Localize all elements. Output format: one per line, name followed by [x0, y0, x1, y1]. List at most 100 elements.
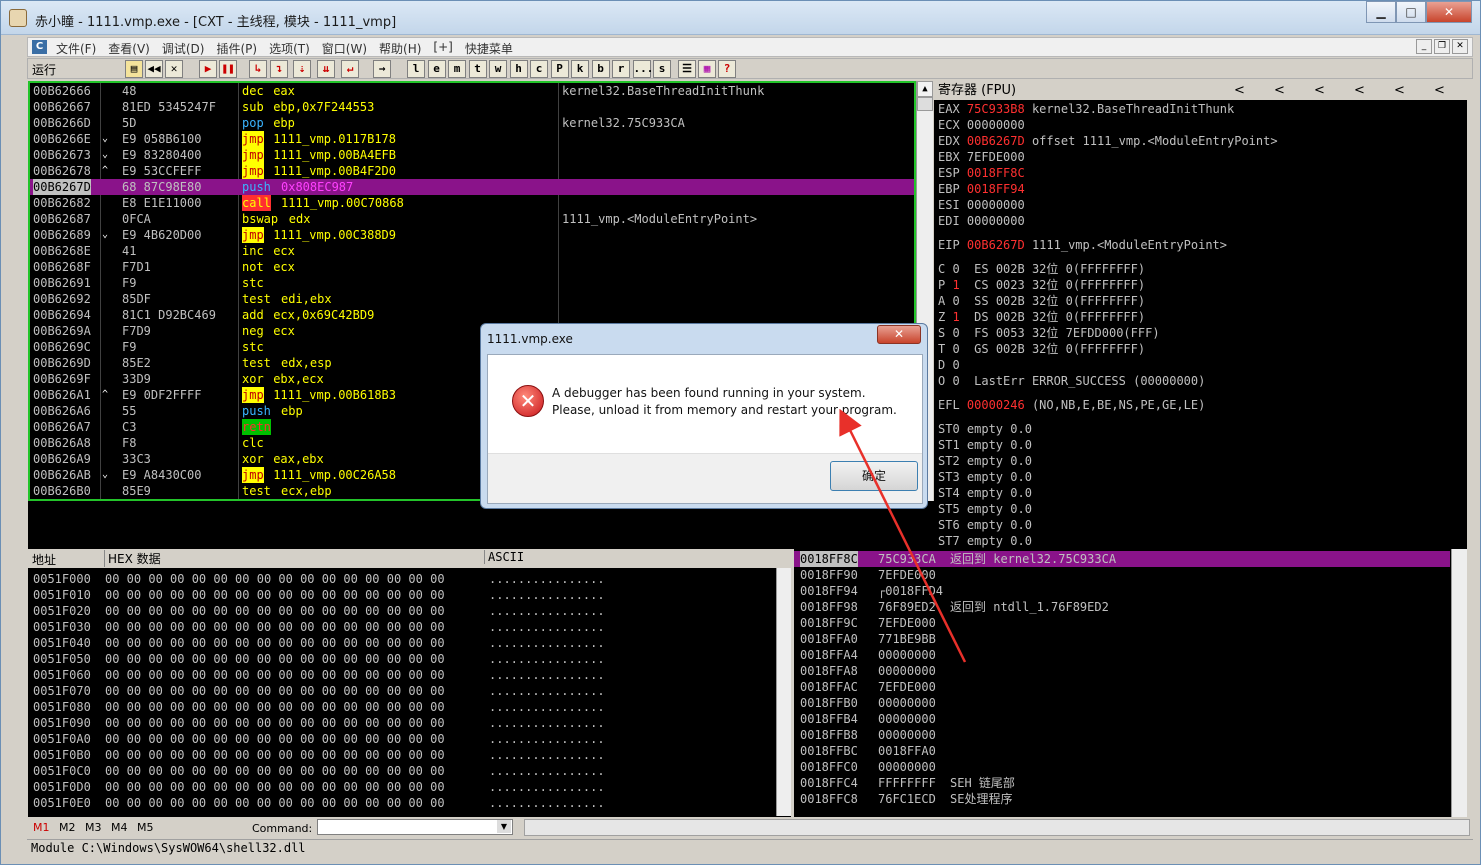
- open-icon[interactable]: ▤: [125, 60, 143, 78]
- chevron-left-icon[interactable]: <: [1434, 81, 1445, 100]
- flag-value[interactable]: 0: [952, 342, 959, 356]
- efl-line[interactable]: EFL 00000246 (NO,NB,E,BE,NS,PE,GE,LE): [938, 397, 1205, 413]
- memory-tab-m5[interactable]: M5: [137, 821, 154, 834]
- register-line[interactable]: ESI 00000000: [938, 197, 1025, 213]
- dump-row[interactable]: 0051F080 00 00 00 00 00 00 00 00 00 00 00…: [33, 699, 605, 715]
- stack-row[interactable]: 0018FFA4 00000000: [794, 647, 1450, 663]
- register-value[interactable]: 7EFDE000: [967, 150, 1025, 164]
- fpu-register-line[interactable]: ST0 empty 0.0: [938, 421, 1032, 437]
- dump-row[interactable]: 0051F060 00 00 00 00 00 00 00 00 00 00 00…: [33, 667, 605, 683]
- menu-item[interactable]: 帮助(H): [379, 40, 421, 57]
- menu-item[interactable]: 文件(F): [56, 40, 96, 57]
- dump-row[interactable]: 0051F0D0 00 00 00 00 00 00 00 00 00 00 00…: [33, 779, 605, 795]
- flag-line[interactable]: T 0 GS 002B 32位 0(FFFFFFFF): [938, 341, 1145, 357]
- list-icon[interactable]: ☰: [678, 60, 696, 78]
- register-value[interactable]: 0018FF8C: [967, 166, 1025, 180]
- close-button[interactable]: ✕: [1426, 1, 1472, 23]
- flag-line[interactable]: Z 1 DS 002B 32位 0(FFFFFFFF): [938, 309, 1145, 325]
- flag-value[interactable]: 0: [952, 358, 959, 372]
- stack-row[interactable]: 0018FFBC 0018FFA0: [794, 743, 1450, 759]
- register-line[interactable]: EBP 0018FF94: [938, 181, 1025, 197]
- step-into-icon[interactable]: ↳: [249, 60, 267, 78]
- dump-row[interactable]: 0051F010 00 00 00 00 00 00 00 00 00 00 00…: [33, 587, 605, 603]
- disasm-row[interactable]: 00B6268E 41 inc ecx: [30, 243, 914, 259]
- dump-row[interactable]: 0051F020 00 00 00 00 00 00 00 00 00 00 00…: [33, 603, 605, 619]
- chevron-left-icon[interactable]: <: [1274, 81, 1285, 100]
- fpu-register-line[interactable]: ST3 empty 0.0: [938, 469, 1032, 485]
- flag-line[interactable]: S 0 FS 0053 32位 7EFDD000(FFF): [938, 325, 1160, 341]
- stack-row[interactable]: 0018FF94 ┌0018FFD4: [794, 583, 1450, 599]
- chevron-down-icon[interactable]: ▼: [497, 820, 511, 833]
- chevron-left-icon[interactable]: <: [1354, 81, 1365, 100]
- dump-row[interactable]: 0051F0B0 00 00 00 00 00 00 00 00 00 00 00…: [33, 747, 605, 763]
- run-icon[interactable]: ▶: [199, 60, 217, 78]
- fpu-register-line[interactable]: ST4 empty 0.0: [938, 485, 1032, 501]
- disasm-row[interactable]: 00B62678 ^ E9 53CCFEFF jmp 1111_vmp.00B4F2D0: [30, 163, 914, 179]
- stack-row[interactable]: 0018FFA8 00000000: [794, 663, 1450, 679]
- dump-row[interactable]: 0051F0C0 00 00 00 00 00 00 00 00 00 00 00…: [33, 763, 605, 779]
- stack-row[interactable]: 0018FF9C 7EFDE000: [794, 615, 1450, 631]
- stack-row[interactable]: 0018FFC8 76FC1ECD SE处理程序: [794, 791, 1450, 807]
- chevron-left-icon[interactable]: <: [1234, 81, 1245, 100]
- flag-value[interactable]: 0: [952, 374, 959, 388]
- stack-row[interactable]: 0018FFB8 00000000: [794, 727, 1450, 743]
- flag-value[interactable]: 0: [952, 294, 959, 308]
- register-line[interactable]: EBX 7EFDE000: [938, 149, 1025, 165]
- rewind-icon[interactable]: ◀◀: [145, 60, 163, 78]
- dump-row[interactable]: 0051F050 00 00 00 00 00 00 00 00 00 00 00…: [33, 651, 605, 667]
- stack-row[interactable]: 0018FFB0 00000000: [794, 695, 1450, 711]
- flag-line[interactable]: D 0: [938, 357, 960, 373]
- grid-icon[interactable]: ▦: [698, 60, 716, 78]
- fpu-register-line[interactable]: ST6 empty 0.0: [938, 517, 1032, 533]
- window-button-b[interactable]: b: [591, 60, 610, 78]
- mdi-restore-button[interactable]: ❐: [1434, 39, 1450, 54]
- disasm-row[interactable]: 00B62691 F9 stc: [30, 275, 914, 291]
- menu-item[interactable]: 快捷菜单: [465, 40, 513, 57]
- cpu-logo-icon[interactable]: C: [32, 40, 47, 54]
- window-button-l[interactable]: l: [407, 60, 425, 78]
- fpu-register-line[interactable]: ST5 empty 0.0: [938, 501, 1032, 517]
- stack-row[interactable]: 0018FF8C 75C933CA 返回到 kernel32.75C933CA: [794, 551, 1450, 567]
- memory-tab-m4[interactable]: M4: [111, 821, 128, 834]
- register-value[interactable]: 00B6267D: [967, 134, 1025, 148]
- memory-dump-pane[interactable]: 地址 HEX 数据 ASCII 0051F000 00 00 00 00 00 0…: [28, 549, 791, 817]
- menu-item[interactable]: [+]: [433, 40, 452, 57]
- trace-into-icon[interactable]: ⇣: [293, 60, 311, 78]
- window-button-k[interactable]: k: [571, 60, 589, 78]
- register-value[interactable]: 00000000: [967, 118, 1025, 132]
- fpu-register-line[interactable]: ST1 empty 0.0: [938, 437, 1032, 453]
- dump-scrollbar[interactable]: [776, 568, 791, 816]
- disasm-row[interactable]: 00B6266E ⌄ E9 058B6100 jmp 1111_vmp.0117B178: [30, 131, 914, 147]
- memory-tab-m2[interactable]: M2: [59, 821, 76, 834]
- disasm-row[interactable]: 00B6267D 68 87C98E80 push 0x808EC987: [30, 179, 914, 195]
- minimize-button[interactable]: ▁: [1366, 1, 1396, 23]
- dump-row[interactable]: 0051F000 00 00 00 00 00 00 00 00 00 00 00…: [33, 571, 605, 587]
- fpu-register-line[interactable]: ST7 empty 0.0: [938, 533, 1032, 549]
- mdi-close-button[interactable]: ✕: [1452, 39, 1468, 54]
- register-line[interactable]: ECX 00000000: [938, 117, 1025, 133]
- dump-col-ascii[interactable]: ASCII: [484, 550, 524, 564]
- execute-till-return-icon[interactable]: ↵: [341, 60, 359, 78]
- disasm-row[interactable]: 00B62689 ⌄ E9 4B620D00 jmp 1111_vmp.00C388D9: [30, 227, 914, 243]
- help-icon[interactable]: ?: [718, 60, 736, 78]
- menu-item[interactable]: 插件(P): [216, 40, 257, 57]
- window-button-s[interactable]: s: [653, 60, 671, 78]
- stack-pane[interactable]: 0018FF8C 75C933CA 返回到 kernel32.75C933CA 001…: [794, 549, 1467, 817]
- stack-row[interactable]: 0018FF98 76F89ED2 返回到 ntdll_1.76F89ED2: [794, 599, 1450, 615]
- dump-row[interactable]: 0051F0E0 00 00 00 00 00 00 00 00 00 00 00…: [33, 795, 605, 811]
- window-button-w[interactable]: w: [489, 60, 507, 78]
- register-value[interactable]: 00000000: [967, 198, 1025, 212]
- disasm-row[interactable]: 00B6268F F7D1 not ecx: [30, 259, 914, 275]
- stack-scrollbar[interactable]: [1451, 549, 1467, 817]
- registers-header[interactable]: 寄存器 (FPU) < < < < < <: [934, 81, 1467, 100]
- registers-pane[interactable]: 寄存器 (FPU) < < < < < < EAX 75C933B8 kerne…: [934, 81, 1467, 549]
- dump-row[interactable]: 0051F0A0 00 00 00 00 00 00 00 00 00 00 00…: [33, 731, 605, 747]
- menu-item[interactable]: 查看(V): [108, 40, 150, 57]
- register-value[interactable]: 75C933B8: [967, 102, 1025, 116]
- disasm-row[interactable]: 00B6266D 5D pop ebp kernel32.75C933CA: [30, 115, 914, 131]
- stack-row[interactable]: 0018FFC0 00000000: [794, 759, 1450, 775]
- stack-row[interactable]: 0018FFC4 FFFFFFFF SEH 链尾部: [794, 775, 1450, 791]
- window-button-t[interactable]: t: [468, 60, 487, 78]
- register-value[interactable]: 00000000: [967, 214, 1025, 228]
- scroll-up-icon[interactable]: ▲: [917, 81, 933, 97]
